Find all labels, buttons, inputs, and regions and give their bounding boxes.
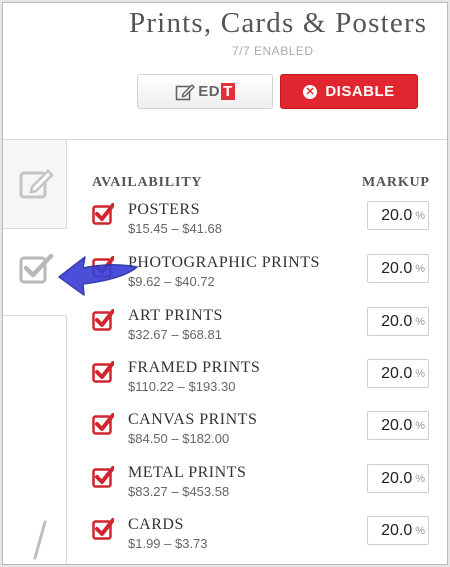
markup-input[interactable]: 20.0% xyxy=(367,307,429,336)
price-range: $83.27 – $453.58 xyxy=(128,484,230,499)
arrow-pointer-icon xyxy=(58,256,138,296)
tab-edit[interactable] xyxy=(3,140,66,229)
availability-header: AVAILABILITY xyxy=(92,175,203,190)
product-name: POSTERS xyxy=(128,201,200,218)
close-circle-icon: ✕ xyxy=(303,84,318,99)
price-range: $32.67 – $68.81 xyxy=(128,327,222,342)
price-range: $110.22 – $193.30 xyxy=(128,379,236,394)
markup-input[interactable]: 20.0% xyxy=(367,464,429,493)
header-divider xyxy=(3,139,447,140)
percent-unit: % xyxy=(415,472,425,485)
checkbox-checked-icon[interactable] xyxy=(92,203,114,225)
product-row: POSTERS $15.45 – $41.68 20.0% xyxy=(92,201,437,251)
markup-input[interactable]: 20.0% xyxy=(367,516,429,545)
product-name: METAL PRINTS xyxy=(128,464,247,481)
price-range: $1.99 – $3.73 xyxy=(128,536,208,551)
edit-icon xyxy=(19,169,54,199)
product-name: FRAMED PRINTS xyxy=(128,359,261,376)
edit-label-prefix: ED xyxy=(198,83,221,100)
disable-button[interactable]: ✕ DISABLE xyxy=(280,74,418,109)
product-row: CANVAS PRINTS $84.50 – $182.00 20.0% xyxy=(92,411,437,461)
page-title: Prints, Cards & Posters xyxy=(129,7,428,39)
percent-unit: % xyxy=(415,209,425,222)
markup-value: 20.0 xyxy=(381,416,413,434)
product-name: CARDS xyxy=(128,516,184,533)
markup-input[interactable]: 20.0% xyxy=(367,359,429,388)
checkbox-checked-icon[interactable] xyxy=(92,413,114,435)
product-name: ART PRINTS xyxy=(128,307,223,324)
markup-value: 20.0 xyxy=(381,469,413,487)
checkbox-checked-icon[interactable] xyxy=(92,361,114,383)
percent-unit: % xyxy=(415,367,425,380)
product-row: FRAMED PRINTS $110.22 – $193.30 20.0% xyxy=(92,359,437,409)
checkbox-checked-icon[interactable] xyxy=(92,466,114,488)
edit-button[interactable]: ED T xyxy=(137,74,273,109)
sidebar-border xyxy=(66,140,67,564)
product-name: CANVAS PRINTS xyxy=(128,411,258,428)
percent-unit: % xyxy=(415,262,425,275)
markup-input[interactable]: 20.0% xyxy=(367,411,429,440)
tab-fragment-icon xyxy=(33,520,47,560)
product-row: ART PRINTS $32.67 – $68.81 20.0% xyxy=(92,307,437,357)
product-row: PHOTOGRAPHIC PRINTS $9.62 – $40.72 20.0% xyxy=(92,254,437,304)
checkbox-checked-icon[interactable] xyxy=(92,518,114,540)
markup-input[interactable]: 20.0% xyxy=(367,254,429,283)
enabled-count: 7/7 ENABLED xyxy=(232,44,314,58)
markup-value: 20.0 xyxy=(381,312,413,330)
edit-label-t: T xyxy=(221,83,235,100)
price-range: $15.45 – $41.68 xyxy=(128,221,222,236)
markup-value: 20.0 xyxy=(381,259,413,277)
product-panel: Prints, Cards & Posters 7/7 ENABLED ED T … xyxy=(2,2,448,565)
markup-value: 20.0 xyxy=(381,206,413,224)
markup-value: 20.0 xyxy=(381,364,413,382)
disable-label: DISABLE xyxy=(325,83,395,100)
product-row: METAL PRINTS $83.27 – $453.58 20.0% xyxy=(92,464,437,514)
checkbox-icon xyxy=(19,253,54,284)
price-range: $84.50 – $182.00 xyxy=(128,431,230,446)
product-row: CARDS $1.99 – $3.73 20.0% xyxy=(92,516,437,564)
edit-icon xyxy=(175,83,196,100)
percent-unit: % xyxy=(415,419,425,432)
percent-unit: % xyxy=(415,524,425,537)
checkbox-checked-icon[interactable] xyxy=(92,309,114,331)
percent-unit: % xyxy=(415,315,425,328)
markup-value: 20.0 xyxy=(381,521,413,539)
product-name: PHOTOGRAPHIC PRINTS xyxy=(128,254,320,271)
markup-input[interactable]: 20.0% xyxy=(367,201,429,230)
markup-header: MARKUP xyxy=(362,175,430,190)
